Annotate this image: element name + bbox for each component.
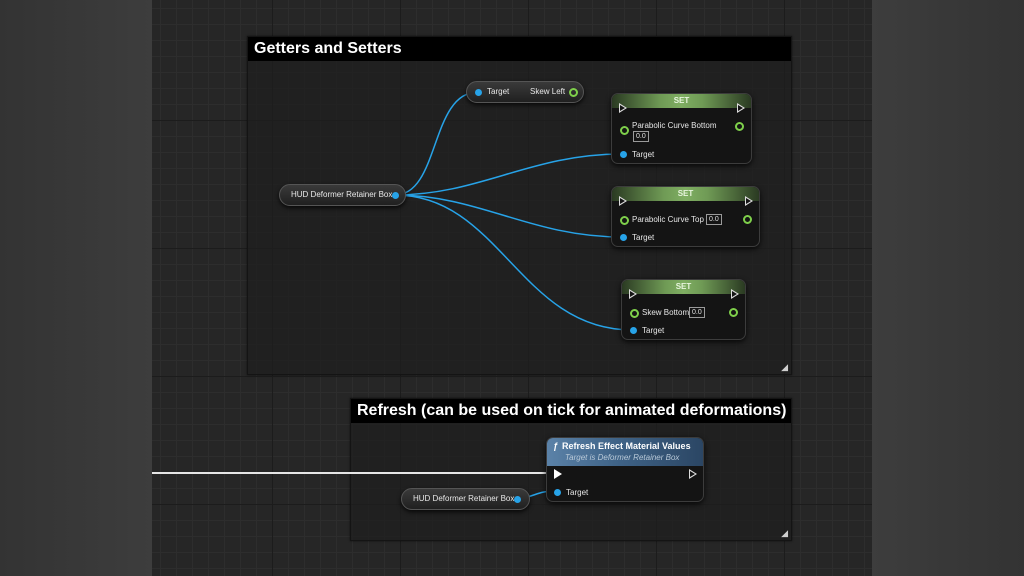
hud-deformer-retainer-box-node[interactable]: HUD Deformer Retainer Box	[279, 184, 406, 206]
value-output-pin[interactable]	[735, 122, 744, 131]
resize-grip-icon[interactable]: ◢	[781, 363, 788, 372]
skew-bottom-label: Skew Bottom	[642, 308, 690, 317]
value-input-field[interactable]: 0.0	[689, 307, 705, 318]
target-pin-label: Target	[642, 326, 665, 335]
exec-in-pin[interactable]	[554, 469, 562, 479]
target-pin[interactable]	[554, 489, 561, 496]
target-pin[interactable]	[630, 327, 637, 334]
right-backdrop	[872, 0, 1024, 576]
target-pin[interactable]	[620, 234, 627, 241]
set-node-header: SET	[622, 280, 745, 294]
comment-title[interactable]: Getters and Setters	[248, 37, 791, 61]
target-pin-label: Target	[632, 150, 655, 159]
skew-left-output-pin[interactable]	[569, 88, 578, 97]
function-node-header: ƒ Refresh Effect Material Values Target i…	[547, 438, 703, 466]
set-skew-bottom-node[interactable]: SET Skew Bottom 0.0 Target	[621, 279, 746, 340]
refresh-effect-material-values-node[interactable]: ƒ Refresh Effect Material Values Target i…	[546, 437, 704, 502]
target-pin-label: Target	[487, 87, 510, 96]
exec-out-pin[interactable]	[745, 196, 753, 206]
variable-output-pin[interactable]	[514, 496, 521, 503]
value-input-field[interactable]: 0.0	[706, 214, 722, 225]
function-title: ƒ Refresh Effect Material Values	[553, 440, 697, 452]
function-title-text: Refresh Effect Material Values	[562, 441, 691, 451]
exec-in-pin[interactable]	[619, 103, 627, 113]
value-input-field[interactable]: 0.0	[633, 131, 649, 142]
value-input-pin[interactable]	[620, 126, 629, 135]
resize-grip-icon[interactable]: ◢	[781, 529, 788, 538]
exec-in-pin[interactable]	[629, 289, 637, 299]
value-input-pin[interactable]	[620, 216, 629, 225]
target-pin[interactable]	[620, 151, 627, 158]
target-pin-label: Target	[632, 233, 655, 242]
variable-output-pin[interactable]	[392, 192, 399, 199]
variable-label: HUD Deformer Retainer Box	[413, 494, 515, 503]
exec-out-pin[interactable]	[737, 103, 745, 113]
set-parabolic-curve-bottom-node[interactable]: SET Parabolic Curve Bottom 0.0 Target	[611, 93, 752, 164]
skew-left-output-label: Skew Left	[530, 87, 566, 96]
value-output-pin[interactable]	[743, 215, 752, 224]
set-node-header: SET	[612, 94, 751, 108]
get-skew-left-node[interactable]: Target Skew Left	[466, 81, 584, 103]
parabolic-curve-top-label: Parabolic Curve Top	[632, 215, 704, 224]
left-backdrop	[0, 0, 152, 576]
exec-out-pin[interactable]	[689, 469, 697, 479]
exec-out-pin[interactable]	[731, 289, 739, 299]
target-pin[interactable]	[475, 89, 482, 96]
variable-label: HUD Deformer Retainer Box	[291, 190, 393, 199]
exec-in-pin[interactable]	[619, 196, 627, 206]
value-output-pin[interactable]	[729, 308, 738, 317]
parabolic-curve-bottom-label: Parabolic Curve Bottom	[632, 121, 717, 130]
comment-title[interactable]: Refresh (can be used on tick for animate…	[351, 399, 791, 423]
function-subtitle: Target is Deformer Retainer Box	[565, 453, 680, 462]
function-icon: ƒ	[553, 441, 559, 451]
value-input-pin[interactable]	[630, 309, 639, 318]
target-pin-label: Target	[566, 488, 589, 497]
set-node-header: SET	[612, 187, 759, 201]
hud-deformer-retainer-box-node[interactable]: HUD Deformer Retainer Box	[401, 488, 530, 510]
set-parabolic-curve-top-node[interactable]: SET Parabolic Curve Top 0.0 Target	[611, 186, 760, 247]
